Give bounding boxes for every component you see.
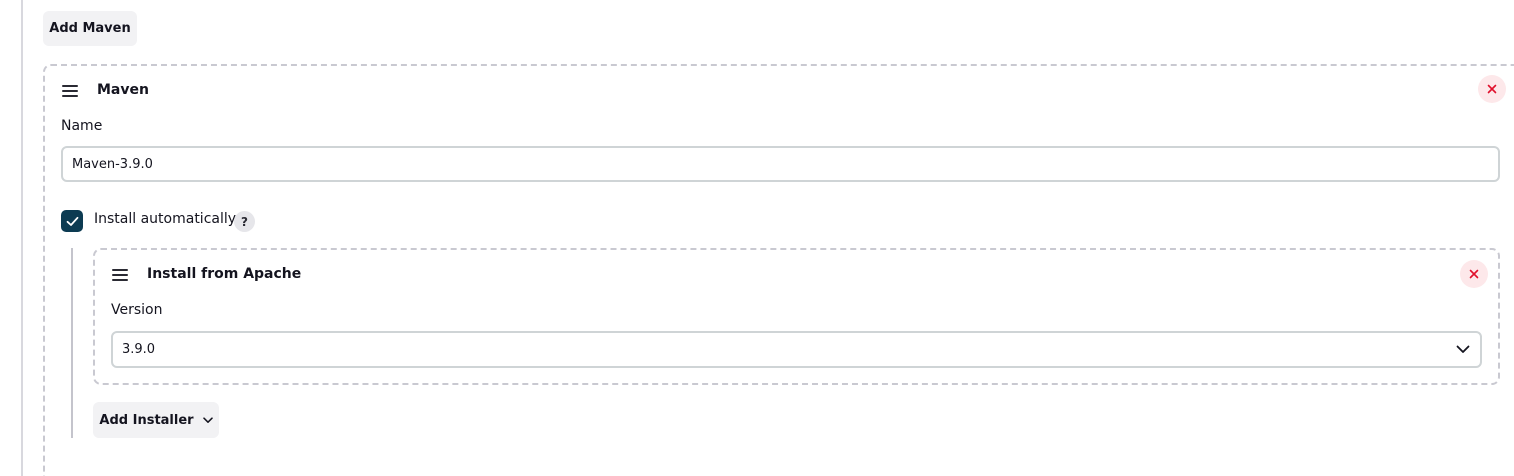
maven-card-title: Maven	[97, 82, 149, 98]
close-icon	[1487, 84, 1497, 94]
install-automatically-label[interactable]: Install automatically	[94, 211, 236, 227]
section-rule	[21, 0, 23, 476]
chevron-down-icon	[1456, 345, 1470, 353]
chevron-down-icon	[202, 416, 213, 423]
version-label: Version	[111, 302, 163, 318]
help-icon[interactable]: ?	[234, 211, 255, 232]
version-select[interactable]: 3.9.0	[111, 331, 1482, 368]
add-maven-button[interactable]: Add Maven	[43, 11, 137, 46]
name-label: Name	[61, 118, 103, 134]
check-icon	[66, 216, 78, 226]
name-input[interactable]	[61, 146, 1500, 182]
close-icon	[1469, 269, 1479, 279]
add-installer-button[interactable]: Add Installer	[93, 402, 219, 438]
install-automatically-checkbox[interactable]	[61, 210, 83, 232]
installer-section-rule	[71, 248, 73, 438]
drag-handle-icon[interactable]	[62, 85, 78, 97]
drag-handle-icon[interactable]	[112, 269, 128, 281]
remove-maven-button[interactable]	[1478, 75, 1506, 103]
installer-card-title: Install from Apache	[147, 266, 302, 282]
add-installer-label: Add Installer	[99, 412, 194, 428]
version-select-value: 3.9.0	[122, 342, 156, 357]
remove-installer-button[interactable]	[1460, 260, 1488, 288]
maven-installations-panel: Add Maven Maven Name Install automatical…	[0, 0, 1514, 476]
